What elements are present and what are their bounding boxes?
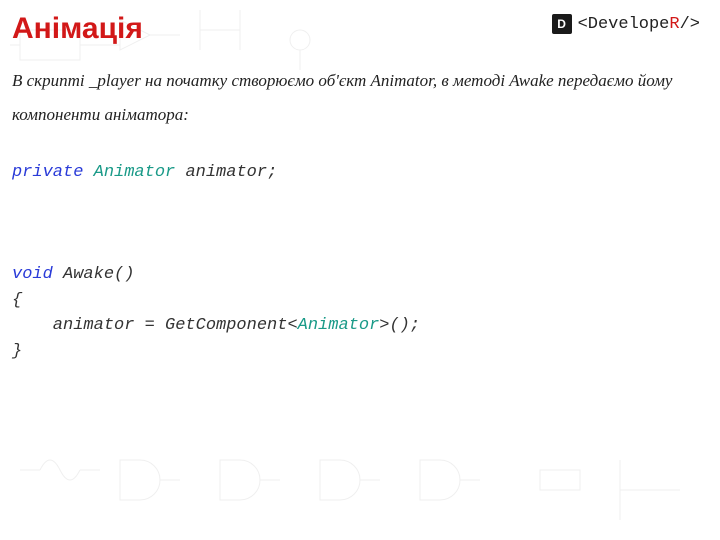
developer-logo-icon: D	[552, 14, 572, 34]
code-block: private Animator animator; void Awake() …	[0, 132, 720, 364]
decl-ident: animator;	[175, 163, 277, 182]
developer-logo: D <DevelopeR/>	[552, 14, 700, 34]
assign-post: >();	[379, 316, 420, 335]
developer-logo-text: <DevelopeR/>	[578, 15, 700, 34]
fn-awake: Awake()	[53, 265, 135, 284]
assign-pre: animator = GetComponent<	[12, 316, 298, 335]
page-title: Анімація	[12, 12, 143, 46]
type-animator-generic: Animator	[298, 316, 380, 335]
type-animator-decl: Animator	[94, 163, 176, 182]
keyword-private: private	[12, 163, 83, 182]
logo-suffix: />	[680, 15, 700, 34]
logo-accent: R	[669, 15, 679, 34]
header: Анімація D <DevelopeR/>	[0, 0, 720, 52]
keyword-void: void	[12, 265, 53, 284]
brace-close: }	[12, 342, 22, 361]
intro-paragraph: В скрипті _player на початку створюємо о…	[0, 52, 720, 132]
brace-open: {	[12, 291, 22, 310]
logo-prefix: <Develope	[578, 15, 670, 34]
